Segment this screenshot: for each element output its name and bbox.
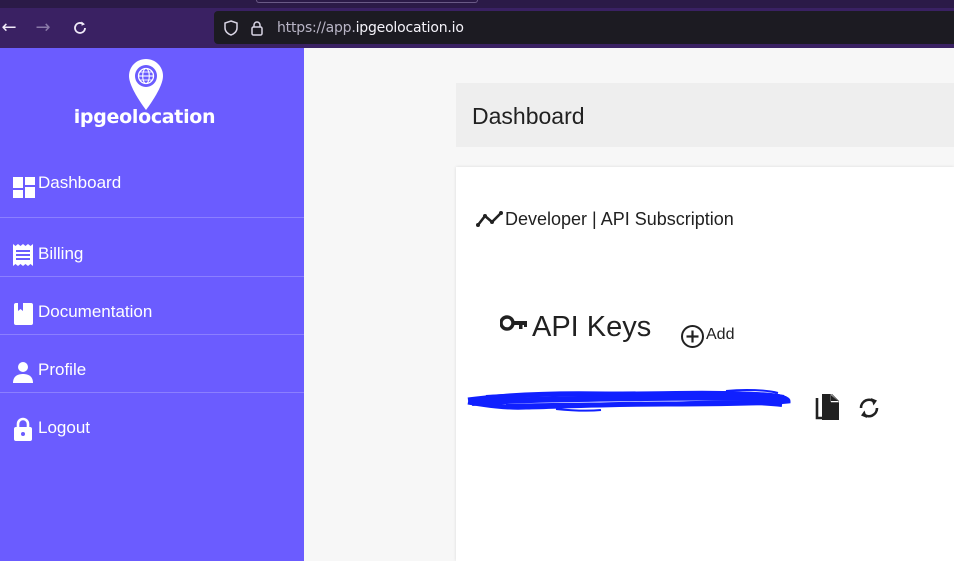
sidebar-item-label: Logout (38, 418, 90, 437)
shield-icon[interactable] (223, 20, 239, 36)
person-icon (13, 362, 33, 383)
sidebar-item-label: Documentation (38, 302, 153, 321)
sidebar: ipgeolocation Dashboard Billing Document… (0, 48, 304, 561)
sidebar-item-logout[interactable]: Logout (0, 393, 304, 451)
sidebar-item-label: Billing (38, 244, 84, 263)
location-pin-logo-icon (129, 59, 163, 110)
sidebar-item-dashboard[interactable]: Dashboard (0, 160, 304, 218)
main-content: Dashboard Developer | API Subscription A… (304, 48, 954, 561)
key-icon (500, 315, 527, 331)
logo-text[interactable]: ipgeolocation (0, 106, 289, 128)
back-icon[interactable]: ← (0, 17, 20, 39)
sidebar-item-billing[interactable]: Billing (0, 219, 304, 277)
api-key-value-redacted[interactable] (466, 385, 792, 415)
url-prefix: https://app. (277, 20, 356, 36)
forward-icon[interactable]: → (32, 17, 54, 39)
trending-line-icon (476, 211, 503, 227)
redaction-scribble (467, 388, 791, 412)
api-keys-title: API Keys (532, 311, 652, 343)
sidebar-item-documentation[interactable]: Documentation (0, 277, 304, 335)
browser-tabstrip (0, 0, 954, 8)
url-text[interactable]: https://app.ipgeolocation.io (277, 20, 464, 36)
receipt-icon (13, 244, 33, 266)
browser-toolbar: ← → https://app.ipgeolocation.io (0, 8, 954, 48)
add-circle-icon (681, 325, 704, 348)
url-bar[interactable]: https://app.ipgeolocation.io (214, 11, 954, 44)
copy-icon[interactable] (814, 393, 842, 423)
subscription-card: Developer | API Subscription API Keys Ad… (456, 167, 954, 561)
dashboard-icon (13, 177, 35, 198)
lock-icon[interactable] (249, 20, 265, 36)
sidebar-item-profile[interactable]: Profile (0, 335, 304, 393)
sidebar-item-label: Dashboard (38, 173, 122, 192)
page-header: Dashboard (456, 83, 954, 147)
page-title: Dashboard (472, 103, 585, 129)
subscription-label: Developer | API Subscription (505, 209, 734, 229)
lock-icon (14, 417, 32, 441)
sidebar-item-label: Profile (38, 360, 87, 379)
add-label: Add (706, 326, 735, 343)
browser-tab[interactable] (256, 0, 478, 3)
book-icon (14, 303, 33, 325)
reload-icon[interactable] (69, 17, 91, 39)
url-host: ipgeolocation.io (355, 20, 464, 36)
regenerate-icon[interactable] (856, 395, 882, 421)
